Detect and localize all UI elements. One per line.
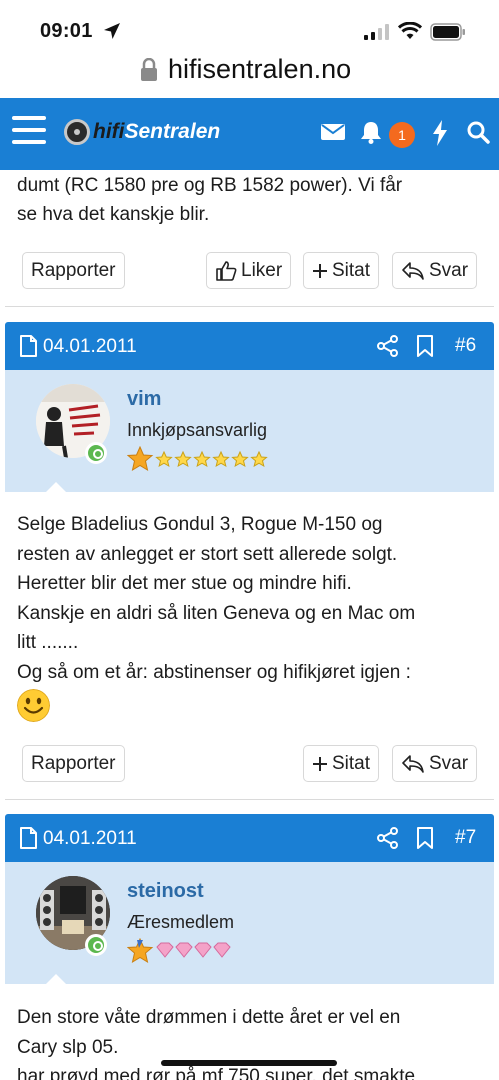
online-status-icon xyxy=(85,934,107,956)
user-title: Innkjøpsansvarlig xyxy=(127,420,268,440)
home-indicator[interactable] xyxy=(161,1060,337,1066)
post-text-line: resten av anlegget er stort sett allered… xyxy=(17,543,398,565)
envelope-icon[interactable] xyxy=(321,122,345,142)
report-label: Rapporter xyxy=(31,259,116,281)
menu-icon[interactable] xyxy=(12,116,46,146)
username[interactable]: steinost xyxy=(127,880,204,903)
rank-stars-icon xyxy=(127,446,268,472)
status-time: 09:01 xyxy=(40,20,93,42)
like-label: Liker xyxy=(241,259,283,281)
url-text[interactable]: hifisentralen.no xyxy=(168,54,351,85)
quote-button[interactable]: Sitat xyxy=(303,252,380,289)
post-number[interactable]: #7 xyxy=(455,827,476,849)
user-title: Æresmedlem xyxy=(127,912,235,932)
location-arrow-icon xyxy=(104,23,120,39)
post-divider xyxy=(5,799,494,800)
logo-disc-icon xyxy=(64,119,90,145)
post-body: Den store våte drømmen i dette året er v… xyxy=(17,1003,487,1080)
bookmark-icon[interactable] xyxy=(417,335,433,357)
username[interactable]: vim xyxy=(127,388,161,411)
online-status-icon xyxy=(85,442,107,464)
reply-label: Svar xyxy=(429,259,469,281)
quote-label: Sitat xyxy=(332,752,371,774)
post-text: dumt (RC 1580 pre og RB 1582 power). Vi … xyxy=(17,171,487,229)
post-number[interactable]: #6 xyxy=(455,335,476,357)
search-icon[interactable] xyxy=(466,120,490,144)
post-text-line: Kanskje en aldri så liten Geneva og en M… xyxy=(17,602,416,624)
post-text-line: Cary slp 05. xyxy=(17,1036,119,1058)
share-icon[interactable] xyxy=(377,827,399,849)
post-body: Selge Bladelius Gondul 3, Rogue M-150 og… xyxy=(17,510,487,687)
status-bar: 09:01 xyxy=(0,0,499,50)
quote-label: Sitat xyxy=(332,259,371,281)
share-icon[interactable] xyxy=(377,335,399,357)
document-icon xyxy=(20,827,37,849)
reply-label: Svar xyxy=(429,752,469,774)
reply-button[interactable]: Svar xyxy=(392,252,478,289)
rank-diamonds-icon xyxy=(127,938,231,964)
post-text-line: dumt (RC 1580 pre og RB 1582 power). Vi … xyxy=(17,175,403,196)
lightning-icon[interactable] xyxy=(432,120,448,146)
document-icon xyxy=(20,335,37,357)
plus-icon xyxy=(313,263,327,278)
post-text-line: se hva det kanskje blir. xyxy=(17,204,210,225)
user-info: vim Innkjøpsansvarlig xyxy=(5,370,494,493)
site-header: hifi Sentralen xyxy=(0,98,499,170)
wifi-icon xyxy=(398,22,422,39)
post-text-line: litt ....... xyxy=(17,632,79,653)
thumbs-up-icon xyxy=(216,260,237,281)
post-divider xyxy=(5,306,494,307)
logo-text-sentralen: Sentralen xyxy=(124,120,221,143)
post-header: 04.01.2011 #6 xyxy=(5,322,494,370)
smile-emoji-icon xyxy=(17,689,50,722)
plus-icon xyxy=(313,756,327,771)
reply-button[interactable]: Svar xyxy=(392,745,478,782)
post-date[interactable]: 04.01.2011 xyxy=(43,828,137,850)
reply-icon xyxy=(402,754,424,773)
post-date[interactable]: 04.01.2011 xyxy=(43,336,137,358)
quote-button[interactable]: Sitat xyxy=(303,745,380,782)
bookmark-icon[interactable] xyxy=(417,827,433,849)
notification-badge[interactable]: 1 xyxy=(389,122,415,148)
post-text-line: Heretter blir det mer stue og mindre hif… xyxy=(17,573,352,594)
bell-icon[interactable] xyxy=(360,120,382,144)
logo-text-hifi: hifi xyxy=(93,120,125,143)
report-button[interactable]: Rapporter xyxy=(22,252,125,289)
post-text-line: Den store våte drømmen i dette året er v… xyxy=(17,1007,401,1028)
post-header: 04.01.2011 #7 xyxy=(5,814,494,862)
report-label: Rapporter xyxy=(31,752,116,774)
cellular-signal-icon xyxy=(364,24,389,40)
site-logo[interactable]: hifi Sentralen xyxy=(64,118,220,146)
battery-icon xyxy=(430,23,465,41)
lock-icon xyxy=(141,58,157,81)
like-button[interactable]: Liker xyxy=(206,252,292,289)
report-button[interactable]: Rapporter xyxy=(22,745,125,782)
user-info: steinost Æresmedlem xyxy=(5,862,494,985)
post-text-line: Selge Bladelius Gondul 3, Rogue M-150 og xyxy=(17,514,383,535)
post-text-line: Og så om et år: abstinenser og hifikjøre… xyxy=(17,661,411,683)
reply-icon xyxy=(402,261,424,280)
